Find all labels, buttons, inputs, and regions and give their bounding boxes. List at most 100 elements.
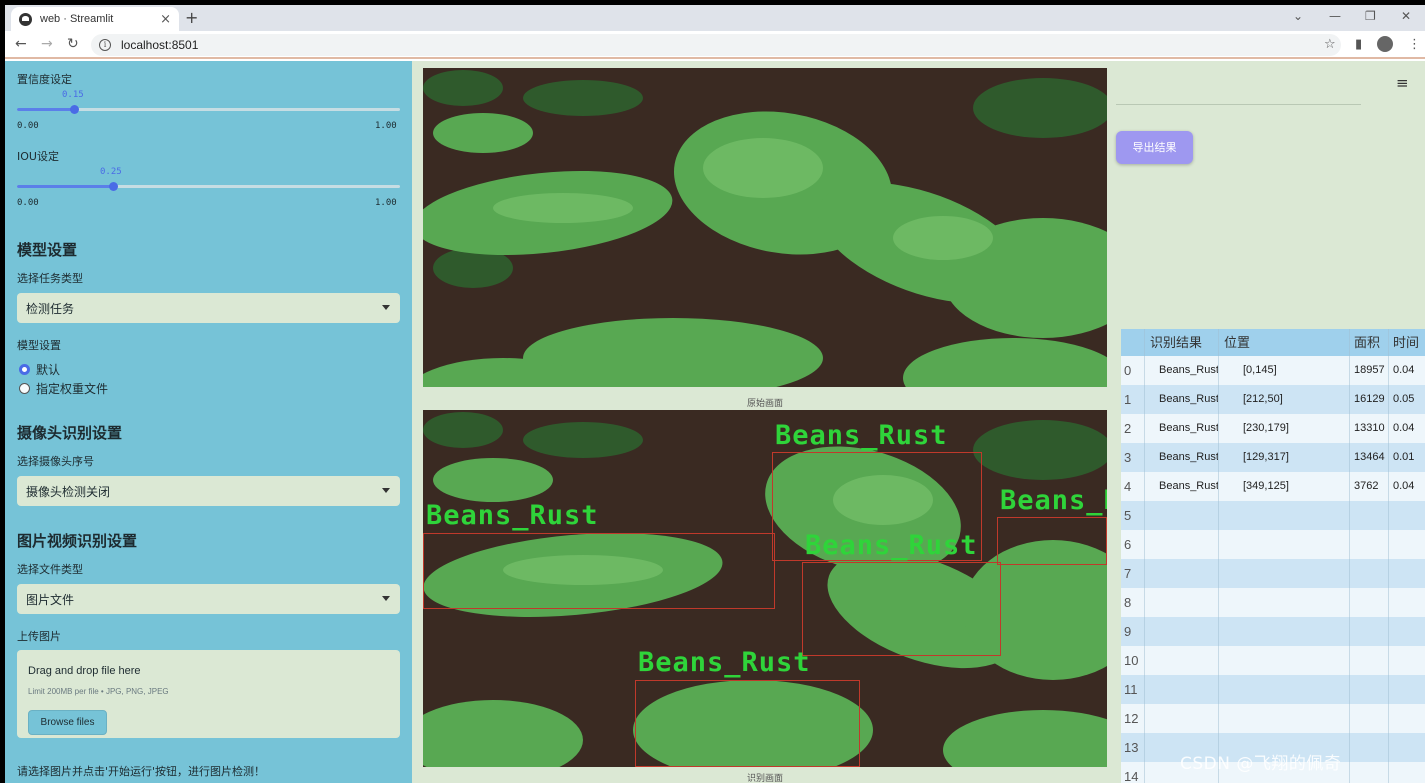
table-row[interactable]: 3 Beans_Rust [129,317] 13464 0.01 bbox=[1121, 443, 1425, 472]
table-row[interactable]: 5 bbox=[1121, 501, 1425, 530]
browse-files-button[interactable]: Browse files bbox=[28, 710, 107, 735]
iou-value: 0.25 bbox=[100, 167, 122, 177]
table-cell bbox=[1145, 675, 1219, 704]
column-header-result[interactable]: 识别结果 bbox=[1145, 329, 1219, 356]
restore-icon[interactable]: ❐ bbox=[1365, 9, 1376, 23]
iou-slider-handle[interactable] bbox=[108, 182, 118, 191]
table-cell bbox=[1350, 762, 1389, 783]
table-row[interactable]: 8 bbox=[1121, 588, 1425, 617]
hamburger-menu-icon[interactable]: ≡ bbox=[1396, 74, 1409, 92]
table-cell: 18957 bbox=[1350, 356, 1389, 385]
table-row[interactable]: 6 bbox=[1121, 530, 1425, 559]
table-cell bbox=[1389, 501, 1425, 530]
table-cell: Beans_Rust bbox=[1145, 472, 1219, 501]
task-type-value: 检测任务 bbox=[26, 301, 75, 316]
table-cell: Beans_Rust bbox=[1145, 414, 1219, 443]
confidence-value: 0.15 bbox=[62, 90, 84, 100]
model-label: 模型设置 bbox=[17, 339, 61, 352]
browser-menu-icon[interactable]: ⋮ bbox=[1408, 37, 1421, 52]
upload-label: 上传图片 bbox=[17, 630, 61, 643]
table-row[interactable]: 12 bbox=[1121, 704, 1425, 733]
watermark: CSDN @飞翔的佩奇 bbox=[1180, 754, 1342, 774]
radio-default[interactable] bbox=[19, 364, 30, 375]
table-row[interactable]: 11 bbox=[1121, 675, 1425, 704]
detection-box bbox=[635, 680, 860, 767]
table-cell: [349,125] bbox=[1219, 472, 1350, 501]
table-cell bbox=[1219, 675, 1350, 704]
site-info-icon[interactable]: i bbox=[99, 39, 111, 51]
file-dropzone[interactable]: Drag and drop file here Limit 200MB per … bbox=[17, 650, 400, 738]
confidence-slider[interactable] bbox=[17, 105, 400, 114]
export-results-button[interactable]: 导出结果 bbox=[1116, 131, 1193, 164]
table-cell bbox=[1389, 617, 1425, 646]
column-header-area[interactable]: 面积 bbox=[1350, 329, 1389, 356]
table-row[interactable]: 0 Beans_Rust [0,145] 18957 0.04 bbox=[1121, 356, 1425, 385]
tab-close-icon[interactable]: × bbox=[160, 12, 171, 27]
table-cell: 2 bbox=[1121, 414, 1145, 443]
table-cell bbox=[1219, 704, 1350, 733]
table-cell: 13310 bbox=[1350, 414, 1389, 443]
minimize-icon[interactable]: — bbox=[1329, 9, 1341, 23]
detection-label: Beans_Rust bbox=[426, 500, 599, 531]
table-row[interactable]: 10 bbox=[1121, 646, 1425, 675]
table-cell bbox=[1389, 762, 1425, 783]
confidence-max: 1.00 bbox=[375, 121, 397, 131]
iou-slider[interactable] bbox=[17, 182, 400, 191]
table-cell bbox=[1145, 501, 1219, 530]
table-cell: 8 bbox=[1121, 588, 1145, 617]
table-cell: 1 bbox=[1121, 385, 1145, 414]
table-cell bbox=[1219, 588, 1350, 617]
table-row[interactable]: 9 bbox=[1121, 617, 1425, 646]
table-cell bbox=[1389, 704, 1425, 733]
camera-index-label: 选择摄像头序号 bbox=[17, 455, 94, 468]
table-cell: Beans_Rust bbox=[1145, 385, 1219, 414]
table-cell: 0.04 bbox=[1393, 480, 1415, 492]
column-header-index[interactable] bbox=[1121, 329, 1145, 356]
table-cell: [129,317] bbox=[1219, 443, 1350, 472]
new-tab-icon[interactable]: + bbox=[185, 8, 198, 27]
camera-settings-header: 摄像头识别设置 bbox=[17, 424, 123, 442]
divider bbox=[1116, 104, 1361, 105]
table-cell bbox=[1219, 617, 1350, 646]
bookmark-star-icon[interactable]: ☆ bbox=[1324, 37, 1336, 52]
chevron-down-icon bbox=[382, 305, 390, 310]
profile-avatar[interactable] bbox=[1377, 36, 1393, 52]
table-row[interactable]: 1 Beans_Rust [212,50] 16129 0.05 bbox=[1121, 385, 1425, 414]
browser-tab[interactable]: web · Streamlit × bbox=[11, 7, 179, 31]
radio-custom-weights-label[interactable]: 指定权重文件 bbox=[36, 380, 108, 397]
file-type-select[interactable]: 图片文件 bbox=[17, 584, 400, 614]
camera-index-value: 摄像头检测关闭 bbox=[26, 484, 111, 499]
table-cell bbox=[1389, 530, 1425, 559]
reload-icon[interactable]: ↻ bbox=[67, 36, 79, 52]
task-type-select[interactable]: 检测任务 bbox=[17, 293, 400, 323]
table-cell: Beans_Rust bbox=[1145, 356, 1219, 385]
table-cell: [0,145] bbox=[1219, 356, 1350, 385]
table-cell: 3762 bbox=[1350, 472, 1389, 501]
column-header-position[interactable]: 位置 bbox=[1219, 329, 1350, 356]
side-panel-icon[interactable]: ▮ bbox=[1355, 37, 1362, 52]
forward-icon[interactable]: → bbox=[41, 36, 53, 52]
table-row[interactable]: 4 Beans_Rust [349,125] 3762 0.04 bbox=[1121, 472, 1425, 501]
sidebar: 置信度设定 0.15 0.00 1.00 IOU设定 0.25 0.00 1.0… bbox=[5, 61, 412, 783]
radio-custom-weights[interactable] bbox=[19, 383, 30, 394]
table-cell bbox=[1145, 559, 1219, 588]
close-window-icon[interactable]: ✕ bbox=[1401, 9, 1411, 23]
camera-index-select[interactable]: 摄像头检测关闭 bbox=[17, 476, 400, 506]
table-cell: [230,179] bbox=[1219, 414, 1350, 443]
radio-default-label[interactable]: 默认 bbox=[36, 361, 60, 378]
table-row[interactable]: 2 Beans_Rust [230,179] 13310 0.04 bbox=[1121, 414, 1425, 443]
confidence-slider-handle[interactable] bbox=[70, 105, 80, 114]
table-cell bbox=[1350, 675, 1389, 704]
column-header-time[interactable]: 时间 bbox=[1389, 329, 1425, 356]
table-cell: 9 bbox=[1121, 617, 1145, 646]
address-bar[interactable]: i localhost:8501 bbox=[91, 34, 1341, 56]
browser-toolbar: ← → ↻ i localhost:8501 ☆ ▮ ⋮ bbox=[5, 31, 1425, 59]
instruction-text: 请选择图片并点击'开始运行'按钮，进行图片检测！ bbox=[17, 765, 266, 778]
table-cell bbox=[1350, 588, 1389, 617]
table-row[interactable]: 7 bbox=[1121, 559, 1425, 588]
tab-search-icon[interactable]: ⌄ bbox=[1293, 9, 1303, 23]
iou-max: 1.00 bbox=[375, 198, 397, 208]
confidence-min: 0.00 bbox=[17, 121, 39, 131]
back-icon[interactable]: ← bbox=[15, 36, 27, 52]
result-image: Beans_Rust Beans_Rust Beans_Rust Beans_R… bbox=[423, 410, 1107, 767]
